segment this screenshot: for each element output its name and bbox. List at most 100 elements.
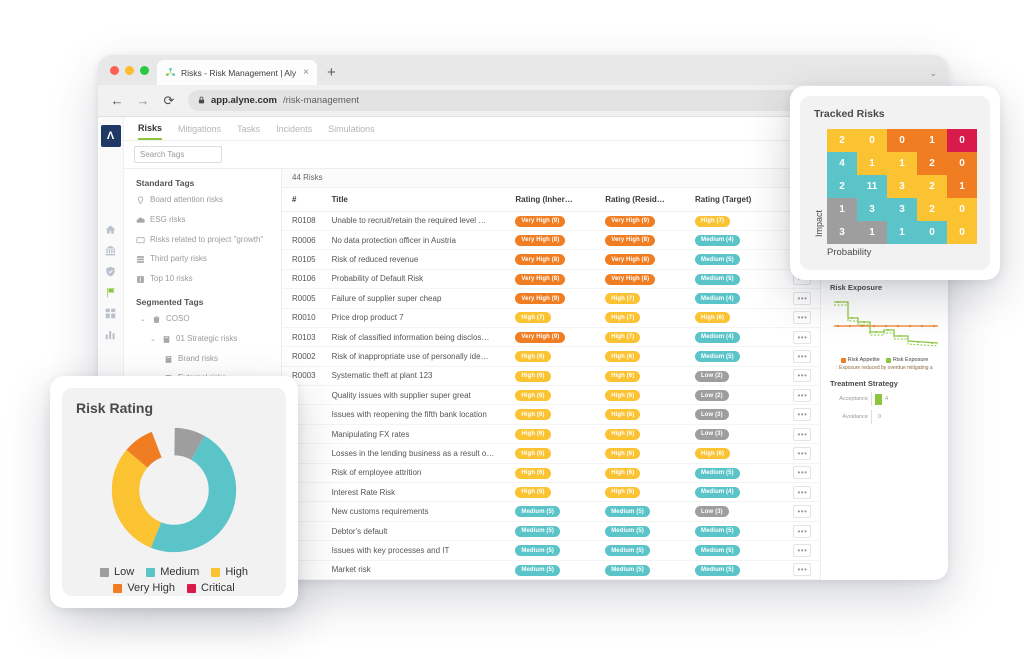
tag-item-strategic-risks[interactable]: ⌄ 01 Strategic risks bbox=[136, 334, 271, 345]
cell-actions[interactable]: ••• bbox=[785, 386, 820, 405]
row-menu-button[interactable]: ••• bbox=[793, 466, 811, 479]
heatmap-cell[interactable]: 2 bbox=[917, 175, 947, 198]
tab-risks[interactable]: Risks bbox=[138, 117, 162, 140]
row-menu-button[interactable]: ••• bbox=[793, 428, 811, 441]
cell-actions[interactable]: ••• bbox=[785, 502, 820, 521]
window-traffic-lights[interactable] bbox=[108, 55, 157, 85]
cell-actions[interactable]: ••• bbox=[785, 521, 820, 540]
table-row[interactable]: R0103Risk of classified information bein… bbox=[282, 327, 820, 346]
table-row[interactable]: Manipulating FX ratesHigh (6)High (6)Low… bbox=[282, 424, 820, 443]
row-menu-button[interactable]: ••• bbox=[793, 505, 811, 518]
heatmap-cell[interactable]: 3 bbox=[887, 198, 917, 221]
tab-mitigations[interactable]: Mitigations bbox=[178, 118, 221, 139]
shield-icon[interactable] bbox=[98, 261, 124, 282]
table-row[interactable]: R0010Price drop product 7High (7)High (7… bbox=[282, 308, 820, 327]
heatmap-cell[interactable]: 0 bbox=[857, 129, 887, 152]
bar-chart-icon[interactable] bbox=[98, 324, 124, 345]
row-menu-button[interactable]: ••• bbox=[793, 447, 811, 460]
table-row[interactable]: R0105Risk of reduced revenueVery High (8… bbox=[282, 250, 820, 269]
row-menu-button[interactable]: ••• bbox=[793, 544, 811, 557]
bank-icon[interactable] bbox=[98, 240, 124, 261]
table-row[interactable]: R0106Probability of Default RiskVery Hig… bbox=[282, 269, 820, 288]
cell-actions[interactable]: ••• bbox=[785, 483, 820, 502]
heatmap-cell[interactable]: 1 bbox=[827, 198, 857, 221]
risk-exposure-chart[interactable] bbox=[828, 296, 942, 352]
row-menu-button[interactable]: ••• bbox=[793, 369, 811, 382]
browser-tab[interactable]: Risks - Risk Management | Aly × bbox=[157, 60, 317, 85]
col-title[interactable]: Title bbox=[332, 188, 516, 212]
new-tab-button[interactable]: + bbox=[317, 60, 346, 85]
heatmap-cell[interactable]: 11 bbox=[857, 175, 887, 198]
table-row[interactable]: R0002Risk of inappropriate use of person… bbox=[282, 347, 820, 366]
table-row[interactable]: R0005Failure of supplier super cheapVery… bbox=[282, 289, 820, 308]
maximize-window-dot[interactable] bbox=[140, 66, 149, 75]
table-row[interactable]: Debtor's defaultMedium (5)Medium (5)Medi… bbox=[282, 521, 820, 540]
tag-item-top-10[interactable]: Top 10 risks bbox=[136, 274, 271, 285]
table-row[interactable]: Losses in the lending business as a resu… bbox=[282, 444, 820, 463]
table-row[interactable]: New customs requirementsMedium (5)Medium… bbox=[282, 502, 820, 521]
heatmap-cell[interactable]: 1 bbox=[917, 129, 947, 152]
treatment-row-acceptance[interactable]: Acceptance 4 bbox=[828, 392, 941, 406]
row-menu-button[interactable]: ••• bbox=[793, 292, 811, 305]
row-menu-button[interactable]: ••• bbox=[793, 331, 811, 344]
col-id[interactable]: # bbox=[282, 188, 332, 212]
tag-item-project-growth[interactable]: Risks related to project "growth" bbox=[136, 235, 271, 246]
heatmap-cell[interactable]: 3 bbox=[887, 175, 917, 198]
cell-actions[interactable]: ••• bbox=[785, 424, 820, 443]
heatmap-cell[interactable]: 2 bbox=[917, 152, 947, 175]
heatmap-cell[interactable]: 0 bbox=[947, 198, 977, 221]
cell-actions[interactable]: ••• bbox=[785, 560, 820, 579]
cell-actions[interactable]: ••• bbox=[785, 366, 820, 385]
tab-incidents[interactable]: Incidents bbox=[276, 118, 312, 139]
heatmap-cell[interactable]: 0 bbox=[947, 152, 977, 175]
table-row[interactable]: Issues with reopening the fifth bank loc… bbox=[282, 405, 820, 424]
col-rating-inherent[interactable]: Rating (Inher… bbox=[515, 188, 605, 212]
table-row[interactable]: Quality issues with supplier super great… bbox=[282, 386, 820, 405]
tab-tasks[interactable]: Tasks bbox=[237, 118, 260, 139]
flag-icon[interactable] bbox=[98, 282, 124, 303]
cell-actions[interactable]: ••• bbox=[785, 405, 820, 424]
minimize-window-dot[interactable] bbox=[125, 66, 134, 75]
cell-actions[interactable]: ••• bbox=[785, 347, 820, 366]
heatmap-cell[interactable]: 1 bbox=[857, 152, 887, 175]
cell-actions[interactable]: ••• bbox=[785, 327, 820, 346]
heatmap-cell[interactable]: 3 bbox=[827, 221, 857, 244]
heatmap-cell[interactable]: 3 bbox=[857, 198, 887, 221]
reload-button[interactable]: ⟳ bbox=[162, 93, 176, 109]
table-row[interactable]: Interest Rate RiskHigh (6)High (6)Medium… bbox=[282, 483, 820, 502]
back-button[interactable]: ← bbox=[110, 93, 124, 108]
table-row[interactable]: Risk of employee attritionHigh (6)High (… bbox=[282, 463, 820, 482]
col-rating-target[interactable]: Rating (Target) bbox=[695, 188, 785, 212]
heatmap-cell[interactable]: 0 bbox=[917, 221, 947, 244]
table-row[interactable]: R0006No data protection officer in Austr… bbox=[282, 230, 820, 249]
risk-rating-donut[interactable] bbox=[76, 426, 272, 554]
cell-actions[interactable]: ••• bbox=[785, 444, 820, 463]
table-row[interactable]: Market riskMedium (5)Medium (5)Medium (5… bbox=[282, 560, 820, 579]
close-tab-icon[interactable]: × bbox=[303, 67, 309, 78]
table-row[interactable]: R0003Systematic theft at plant 123High (… bbox=[282, 366, 820, 385]
treatment-row-avoidance[interactable]: Avoidance 0 bbox=[828, 410, 941, 424]
cell-actions[interactable]: ••• bbox=[785, 308, 820, 327]
chevron-down-icon[interactable]: ⌄ bbox=[140, 315, 147, 323]
table-row[interactable]: R0108Unable to recruit/retain the requir… bbox=[282, 211, 820, 230]
search-tags-input[interactable]: Search Tags bbox=[134, 146, 222, 163]
row-menu-button[interactable]: ••• bbox=[793, 563, 811, 576]
heatmap-grid[interactable]: 20010411202113211332031100 bbox=[827, 129, 977, 244]
heatmap-cell[interactable]: 4 bbox=[827, 152, 857, 175]
app-logo[interactable]: Λ bbox=[101, 125, 121, 147]
row-menu-button[interactable]: ••• bbox=[793, 389, 811, 402]
table-row[interactable]: Issues with key processes and ITMedium (… bbox=[282, 541, 820, 560]
grid-icon[interactable] bbox=[98, 303, 124, 324]
tab-simulations[interactable]: Simulations bbox=[328, 118, 375, 139]
heatmap-cell[interactable]: 2 bbox=[827, 129, 857, 152]
row-menu-button[interactable]: ••• bbox=[793, 486, 811, 499]
cell-actions[interactable]: ••• bbox=[785, 463, 820, 482]
col-rating-residual[interactable]: Rating (Resid… bbox=[605, 188, 695, 212]
heatmap-cell[interactable]: 0 bbox=[947, 221, 977, 244]
forward-button[interactable]: → bbox=[136, 93, 150, 108]
tag-item-third-party[interactable]: Third party risks bbox=[136, 254, 271, 265]
row-menu-button[interactable]: ••• bbox=[793, 311, 811, 324]
heatmap-cell[interactable]: 2 bbox=[827, 175, 857, 198]
window-menu-icon[interactable]: ⌄ bbox=[929, 68, 938, 79]
close-window-dot[interactable] bbox=[110, 66, 119, 75]
